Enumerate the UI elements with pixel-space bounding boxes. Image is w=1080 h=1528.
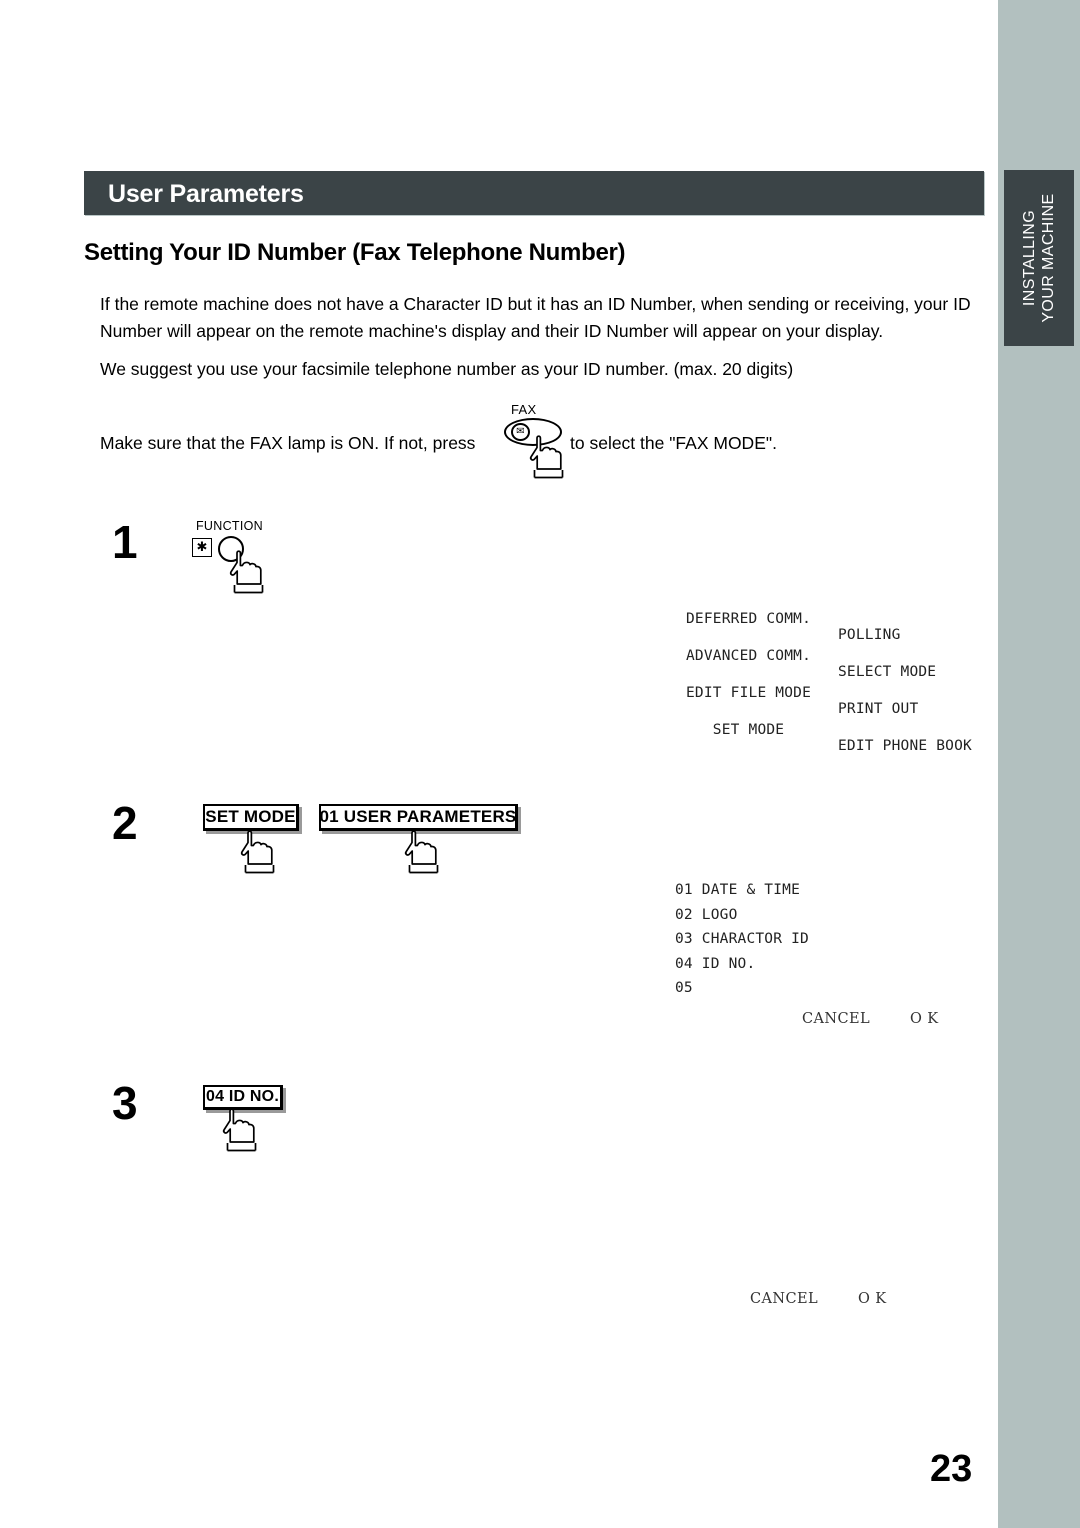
- pressing-hand-icon: [229, 550, 264, 594]
- lcd-row: SET MODE EDIT PHONE BOOK: [686, 706, 986, 754]
- fax-instruction-text-before: Make sure that the FAX lamp is ON. If no…: [100, 433, 476, 453]
- suggestion-paragraph: We suggest you use your facsimile teleph…: [100, 359, 794, 379]
- lcd-cell: ADVANCED COMM.: [686, 648, 812, 664]
- page-header-bar: User Parameters: [84, 171, 984, 215]
- function-key-label: FUNCTION: [196, 519, 263, 533]
- fax-key-label: FAX: [511, 402, 537, 417]
- function-key-illustration: FUNCTION ✱: [192, 519, 302, 594]
- lcd-softkey-row: CANCEL O K: [740, 1275, 887, 1307]
- lcd-cell: EDIT PHONE BOOK: [838, 738, 972, 754]
- section-tab: INSTALLING YOUR MACHINE: [1004, 170, 1074, 346]
- step-number-2: 2: [112, 797, 138, 849]
- lcd-row: 01 DATE & TIME: [675, 866, 985, 898]
- lcd-row: 03 CHARACTOR ID: [675, 915, 985, 947]
- lcd-row: 04 ID NO.: [675, 940, 985, 972]
- ok-softkey[interactable]: O K: [910, 1011, 939, 1027]
- lcd-cell: 05: [675, 980, 693, 996]
- lcd-cell: EDIT FILE MODE: [686, 685, 812, 701]
- page-title: User Parameters: [108, 180, 304, 208]
- section-heading: Setting Your ID Number (Fax Telephone Nu…: [84, 239, 626, 266]
- intro-paragraph: If the remote machine does not have a Ch…: [100, 294, 971, 341]
- page-number: 23: [930, 1448, 973, 1490]
- lcd-softkey-row: CANCEL O K: [792, 995, 939, 1027]
- pressing-hand-icon: [222, 1108, 257, 1152]
- fax-mode-instruction: Make sure that the FAX lamp is ON. If no…: [100, 402, 980, 490]
- ok-softkey[interactable]: O K: [858, 1291, 887, 1307]
- asterisk-key[interactable]: ✱: [192, 538, 212, 557]
- lcd-row: ADVANCED COMM. SELECT MODE: [686, 632, 986, 680]
- cancel-softkey[interactable]: CANCEL: [802, 1011, 870, 1027]
- section-tab-label: INSTALLING YOUR MACHINE: [1021, 193, 1057, 323]
- fax-key-illustration: FAX ✉: [504, 402, 568, 479]
- lcd-row: EDIT FILE MODE PRINT OUT: [686, 669, 986, 717]
- lcd-row: 02 LOGO: [675, 891, 985, 923]
- fax-instruction-text-after: to select the "FAX MODE".: [570, 433, 777, 453]
- pressing-hand-icon: [404, 830, 439, 874]
- pressing-hand-icon: [240, 830, 275, 874]
- lcd-row: DEFERRED COMM. POLLING: [686, 595, 986, 643]
- step-number-1: 1: [112, 516, 138, 568]
- pressing-hand-icon: [529, 435, 564, 479]
- lcd-user-parameters-menu: 01 DATE & TIME 02 LOGO 03 CHARACTOR ID 0…: [675, 866, 985, 996]
- lcd-cell: DEFERRED COMM.: [686, 611, 812, 627]
- step-number-3: 3: [112, 1077, 138, 1129]
- cancel-softkey[interactable]: CANCEL: [750, 1291, 818, 1307]
- lcd-function-menu: DEFERRED COMM. POLLING ADVANCED COMM. SE…: [686, 595, 986, 754]
- set-mode-button[interactable]: SET MODE: [203, 804, 299, 831]
- user-parameters-button[interactable]: 01 USER PARAMETERS: [319, 804, 518, 831]
- lcd-cell: SET MODE: [686, 722, 785, 738]
- lcd-row: 05: [675, 964, 985, 996]
